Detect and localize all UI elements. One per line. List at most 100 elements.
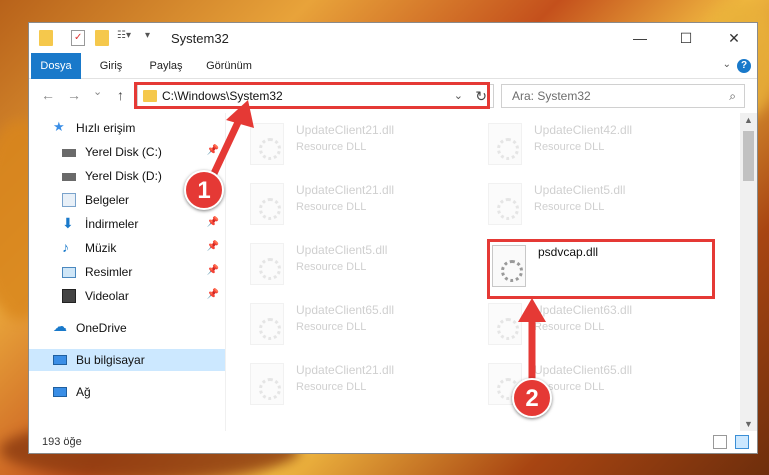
drive-icon [62,173,76,181]
folder-icon [39,30,53,46]
tab-gorunum[interactable]: Görünüm [201,53,257,79]
file-name: UpdateClient65.dll [534,363,633,377]
sidebar-item-quick-access[interactable]: ★ Hızlı erişim [29,117,225,139]
sidebar-item-label: Resimler [85,265,133,279]
search-box[interactable]: Ara: System32 ⌕ [501,84,745,108]
address-bar-highlight [134,82,490,109]
file-name: UpdateClient5.dll [296,243,388,257]
dll-file-icon [250,303,284,345]
sidebar-item-music[interactable]: ♪ Müzik 📌 [29,237,225,259]
large-icons-view-icon[interactable] [735,435,749,449]
scroll-down-icon[interactable]: ▼ [744,419,753,429]
file-type: Resource DLL [296,201,367,213]
dll-file-icon [250,243,284,285]
drive-icon [62,149,76,157]
document-icon [62,193,76,207]
recent-locations-icon[interactable]: ⌄ [93,85,102,98]
download-icon: ⬇ [62,215,74,231]
file-name: UpdateClient21.dll [296,183,395,197]
scroll-up-icon[interactable]: ▲ [744,115,753,125]
close-button[interactable]: ✕ [711,23,757,53]
sidebar-item-pictures[interactable]: Resimler 📌 [29,261,225,283]
sidebar-item-network[interactable]: Ağ [29,381,225,403]
search-placeholder: Ara: System32 [512,89,591,103]
sidebar-item-drive-c[interactable]: Yerel Disk (C:) 📌 [29,141,225,163]
navigation-pane: ★ Hızlı erişim Yerel Disk (C:) 📌 Yerel D… [29,113,225,431]
vertical-scrollbar[interactable]: ▲ ▼ [740,113,757,431]
file-item[interactable]: UpdateClient5.dll Resource DLL [488,179,708,235]
maximize-button[interactable]: ☐ [663,23,709,53]
back-arrow-icon[interactable]: ← [41,87,55,103]
file-name: UpdateClient21.dll [296,363,395,377]
sidebar-item-label: Ağ [76,385,91,399]
window-title: System32 [171,31,229,46]
up-arrow-icon[interactable]: ↑ [117,87,124,103]
pin-icon: 📌 [206,241,219,252]
file-item[interactable]: UpdateClient21.dll Resource DLL [250,119,470,175]
file-type: Resource DLL [534,201,605,213]
file-type: Resource DLL [296,381,367,393]
file-type: Resource DLL [296,141,367,153]
file-type: Resource DLL [534,141,605,153]
dll-file-icon [250,123,284,165]
sidebar-item-this-pc[interactable]: Bu bilgisayar [29,349,225,371]
file-highlight [487,239,715,299]
sidebar-item-label: İndirmeler [85,217,139,231]
file-explorer-window: ✓ ☷▾ ▾ System32 — ☐ ✕ Dosya Giriş Paylaş… [28,22,758,454]
sidebar-item-label: OneDrive [76,321,127,335]
sidebar-item-label: Müzik [85,241,117,255]
sidebar-item-onedrive[interactable]: ☁ OneDrive [29,317,225,339]
file-item[interactable]: UpdateClient21.dll Resource DLL [250,359,470,415]
cloud-icon: ☁ [53,318,67,334]
file-item[interactable]: UpdateClient65.dll Resource DLL [250,299,470,355]
pin-icon: 📌 [206,145,219,156]
file-name: UpdateClient65.dll [296,303,395,317]
step-1-badge: 1 [184,170,224,210]
step-2-badge: 2 [512,378,552,418]
file-name: UpdateClient21.dll [296,123,395,137]
file-name: UpdateClient42.dll [534,123,633,137]
quick-access-dropdown-icon[interactable]: ▾ [145,30,159,46]
tab-giris[interactable]: Giriş [91,53,131,79]
network-icon [53,387,67,397]
forward-arrow-icon[interactable]: → [67,87,81,103]
star-icon: ★ [53,119,65,134]
status-bar: 193 öğe [29,431,757,453]
sidebar-item-label: Yerel Disk (C:) [85,145,162,159]
customize-toolbar-icon[interactable]: ☷▾ [117,30,137,46]
sidebar-item-videos[interactable]: Videolar 📌 [29,285,225,307]
file-item[interactable]: UpdateClient63.dll Resource DLL [488,299,708,355]
minimize-button[interactable]: — [617,23,663,53]
video-icon [62,289,76,303]
dll-file-icon [488,303,522,345]
dll-file-icon [488,183,522,225]
sidebar-item-label: Bu bilgisayar [76,353,145,367]
sidebar-item-downloads[interactable]: ⬇ İndirmeler 📌 [29,213,225,235]
sidebar-item-label: Videolar [85,289,129,303]
file-item[interactable]: UpdateClient42.dll Resource DLL [488,119,708,175]
details-view-icon[interactable] [713,435,727,449]
sidebar-item-label: Belgeler [85,193,130,207]
ribbon-tabs: Dosya Giriş Paylaş Görünüm ⌄ ? [29,53,757,109]
file-type: Resource DLL [534,321,605,333]
sidebar-item-label: Hızlı erişim [76,121,136,135]
pin-icon: 📌 [206,217,219,228]
expand-ribbon-icon[interactable]: ⌄ [723,59,731,70]
dll-file-icon [250,183,284,225]
scrollbar-thumb[interactable] [743,131,754,181]
file-item[interactable]: UpdateClient5.dll Resource DLL [250,239,470,295]
file-type: Resource DLL [296,261,367,273]
properties-icon[interactable]: ✓ [71,30,85,46]
sidebar-item-label: Yerel Disk (D:) [85,169,162,183]
new-folder-icon[interactable] [95,30,109,46]
pin-icon: 📌 [206,265,219,276]
tab-paylas[interactable]: Paylaş [141,53,191,79]
music-icon: ♪ [62,239,69,255]
help-button[interactable]: ? [737,59,751,73]
file-name: UpdateClient5.dll [534,183,626,197]
computer-icon [53,355,67,365]
search-icon[interactable]: ⌕ [729,89,736,104]
file-item[interactable]: UpdateClient21.dll Resource DLL [250,179,470,235]
file-name: UpdateClient63.dll [534,303,633,317]
picture-icon [62,267,76,278]
